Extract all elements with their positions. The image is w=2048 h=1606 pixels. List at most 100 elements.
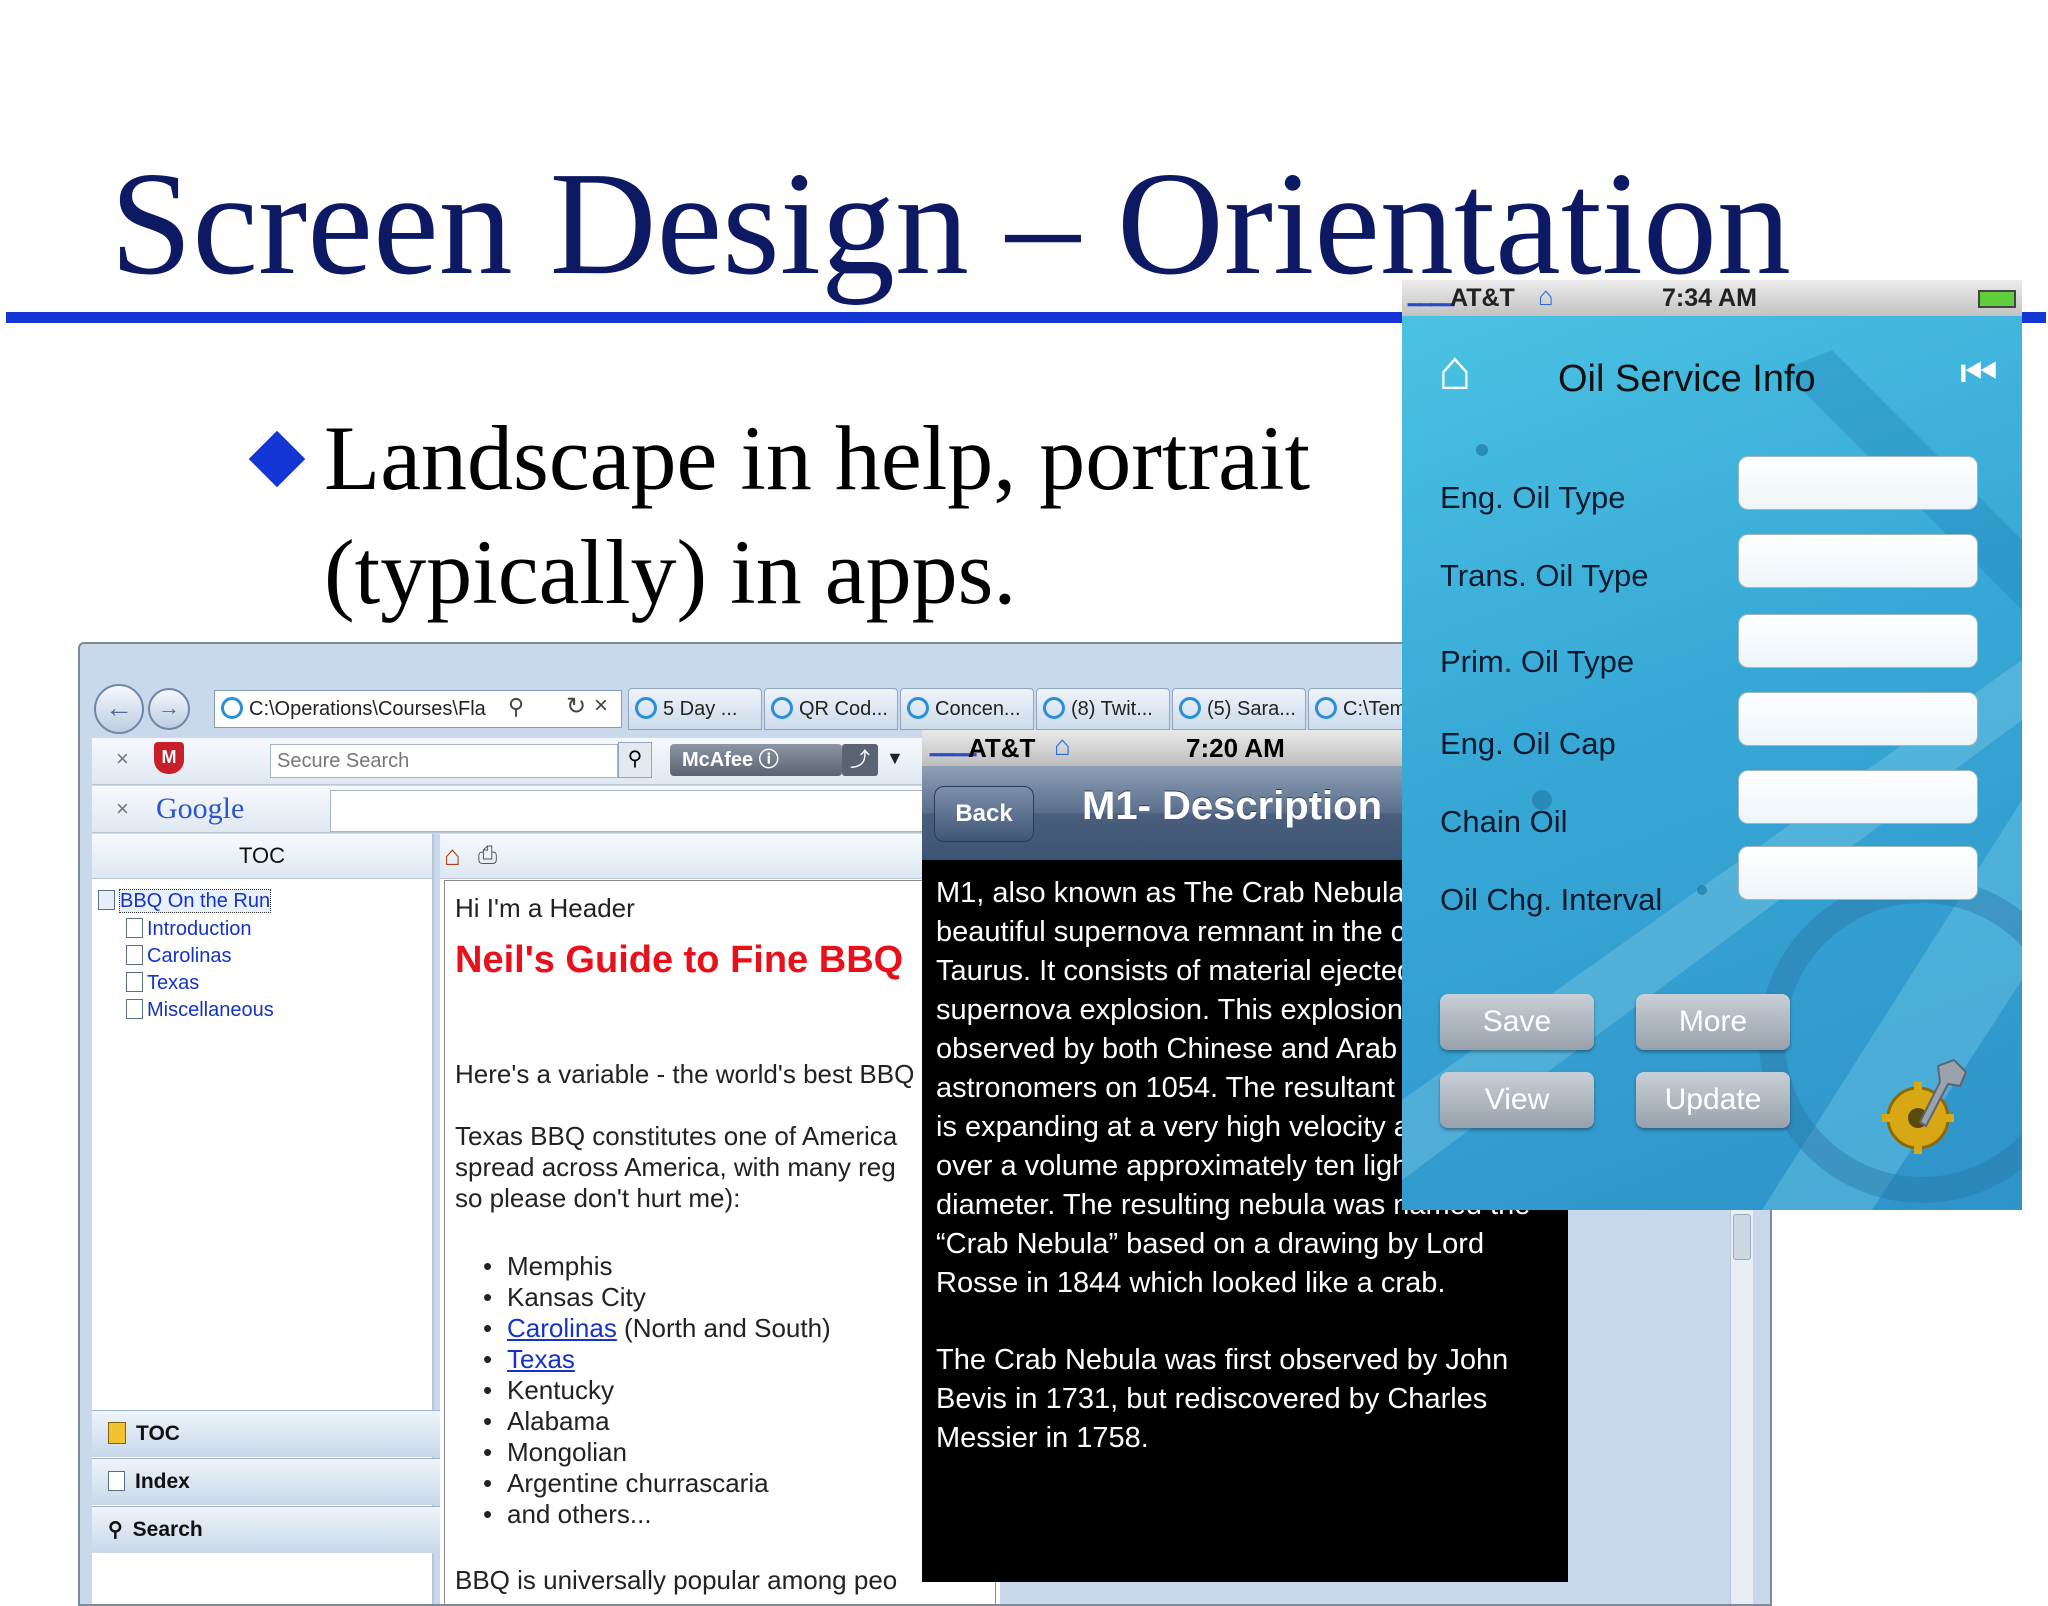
toc-item-miscellaneous[interactable]: Miscellaneous (126, 999, 274, 1022)
google-logo: Google (156, 792, 245, 825)
update-button[interactable]: Update (1636, 1072, 1790, 1128)
ie-tab-icon (771, 697, 793, 719)
carrier-label: AT&T (968, 733, 1036, 763)
browser-tab[interactable]: (8) Twit... (1036, 688, 1170, 730)
search-icon[interactable]: ⚲ (618, 742, 652, 778)
browser-tab[interactable]: 5 Day ... (628, 688, 762, 730)
ie-tab-icon (1043, 697, 1065, 719)
close-toolbar-icon[interactable]: × (116, 796, 129, 822)
list-item: Alabama (483, 1406, 610, 1437)
search-side-button[interactable]: ⚲ Search (92, 1506, 448, 1553)
ie-page-icon (221, 697, 243, 719)
list-item-suffix: (North and South) (616, 1313, 831, 1343)
toc-pane: TOC BBQ On the Run Introduction Carolina… (92, 834, 448, 1604)
bullet-text-line2: (typically) in apps. (324, 521, 1017, 623)
side-button-label: Index (135, 1470, 190, 1493)
content-variable-line: Here's a variable - the world's best BBQ (455, 1059, 915, 1089)
browser-tab[interactable]: QR Cod... (764, 688, 898, 730)
clock: 7:20 AM (1186, 733, 1285, 763)
search-icon[interactable]: ⚲ (508, 694, 524, 720)
book-icon (98, 890, 115, 910)
print-icon[interactable]: ⎙ (478, 842, 497, 870)
save-button[interactable]: Save (1440, 994, 1594, 1050)
scrollbar[interactable] (1730, 1204, 1753, 1604)
label-eng-oil-cap: Eng. Oil Cap (1440, 726, 1616, 761)
prim-oil-type-input[interactable] (1738, 614, 1978, 668)
page-icon (126, 999, 143, 1019)
list-item: Mongolian (483, 1437, 627, 1468)
chain-oil-input[interactable] (1738, 770, 1978, 824)
index-side-button[interactable]: Index (92, 1458, 448, 1505)
tab-label: (5) Sara... (1207, 698, 1296, 720)
mcafee-button[interactable]: McAfee ⓘ (670, 744, 842, 776)
share-icon[interactable]: ⤴ (842, 744, 878, 776)
page-icon (126, 918, 143, 938)
home-icon[interactable]: ⌂ (1438, 342, 1472, 398)
trans-oil-type-input[interactable] (1738, 534, 1978, 588)
tab-label: (8) Twit... (1071, 698, 1153, 720)
screen-title: Oil Service Info (1558, 358, 1816, 400)
back-button[interactable]: Back (934, 786, 1034, 842)
carrier-label: AT&T (1450, 284, 1515, 312)
diamond-bullet-icon (248, 430, 306, 488)
content-paragraph-line: spread across America, with many reg (455, 1152, 896, 1182)
phone-oil-service: ▁▁▁▁ AT&T ⌂ 7:34 AM ⌂ Oil Service Info ⏮… (1402, 280, 2022, 1210)
list-item: Argentine churrascaria (483, 1468, 769, 1499)
refresh-icon[interactable]: ↻ (566, 692, 586, 721)
signal-icon: ▁▁▁▁ (1408, 289, 1454, 306)
toc-side-button[interactable]: TOC (92, 1410, 448, 1457)
carolinas-link[interactable]: Carolinas (507, 1313, 617, 1343)
list-item: and others... (483, 1499, 651, 1530)
page-icon (126, 972, 143, 992)
side-button-label: Search (132, 1518, 203, 1541)
eng-oil-type-input[interactable] (1738, 456, 1978, 510)
forward-arrow-icon[interactable]: → (148, 688, 190, 730)
search-icon: ⚲ (108, 1519, 123, 1541)
tab-label: 5 Day ... (663, 698, 738, 720)
google-search-input[interactable] (330, 790, 1012, 832)
content-paragraph-line: so please don't hurt me): (455, 1183, 741, 1213)
toc-item-introduction[interactable]: Introduction (126, 918, 252, 941)
view-button[interactable]: View (1440, 1072, 1594, 1128)
more-button[interactable]: More (1636, 994, 1790, 1050)
scrollbar-thumb[interactable] (1733, 1214, 1751, 1260)
book-icon (108, 1422, 126, 1444)
toc-item-root[interactable]: BBQ On the Run (98, 889, 272, 913)
oil-chg-interval-input[interactable] (1738, 846, 1978, 900)
clock: 7:34 AM (1662, 284, 1757, 312)
nav-title: M1- Description (1082, 784, 1383, 828)
browser-tab[interactable]: (5) Sara... (1172, 688, 1306, 730)
label-eng-oil-type: Eng. Oil Type (1440, 480, 1626, 515)
toc-item-label: Miscellaneous (147, 999, 274, 1021)
eng-oil-cap-input[interactable] (1738, 692, 1978, 746)
toc-item-label: Texas (147, 972, 200, 994)
content-paragraph-line: Texas BBQ constitutes one of America (455, 1121, 898, 1151)
side-button-label: TOC (136, 1422, 180, 1445)
browser-tab[interactable]: Concen... (900, 688, 1034, 730)
list-item: Kansas City (483, 1282, 646, 1313)
list-item: Texas (483, 1344, 575, 1375)
chevron-down-icon[interactable]: ▼ (886, 748, 904, 769)
secure-search-input[interactable]: Secure Search (270, 744, 618, 778)
toc-item-label: Introduction (147, 918, 252, 940)
slide-title: Screen Design – Orientation (110, 142, 1791, 306)
tab-label: QR Cod... (799, 698, 888, 720)
bullet-text-line1: Landscape in help, portrait (324, 407, 1311, 509)
toc-header: TOC (92, 834, 432, 879)
address-bar[interactable]: C:\Operations\Courses\Fla (214, 690, 622, 728)
mcafee-shield-icon: M (154, 742, 184, 774)
content-footer-line: BBQ is universally popular among peo (455, 1565, 898, 1595)
content-pane: ⌂ ⎙ Hi I'm a Header Neil's Guide to Fine… (440, 834, 1000, 1604)
page-icon (108, 1471, 125, 1491)
skip-back-icon[interactable]: ⏮ (1960, 352, 1998, 394)
texas-link[interactable]: Texas (507, 1344, 575, 1374)
back-arrow-icon[interactable]: ← (94, 684, 144, 734)
toc-item-carolinas[interactable]: Carolinas (126, 945, 231, 968)
toc-root-label: BBQ On the Run (119, 889, 272, 913)
address-text: C:\Operations\Courses\Fla (249, 698, 486, 720)
home-icon[interactable]: ⌂ (444, 840, 461, 872)
close-icon[interactable]: × (594, 692, 608, 720)
label-trans-oil-type: Trans. Oil Type (1440, 558, 1649, 593)
close-toolbar-icon[interactable]: × (116, 746, 129, 772)
toc-item-texas[interactable]: Texas (126, 972, 199, 995)
